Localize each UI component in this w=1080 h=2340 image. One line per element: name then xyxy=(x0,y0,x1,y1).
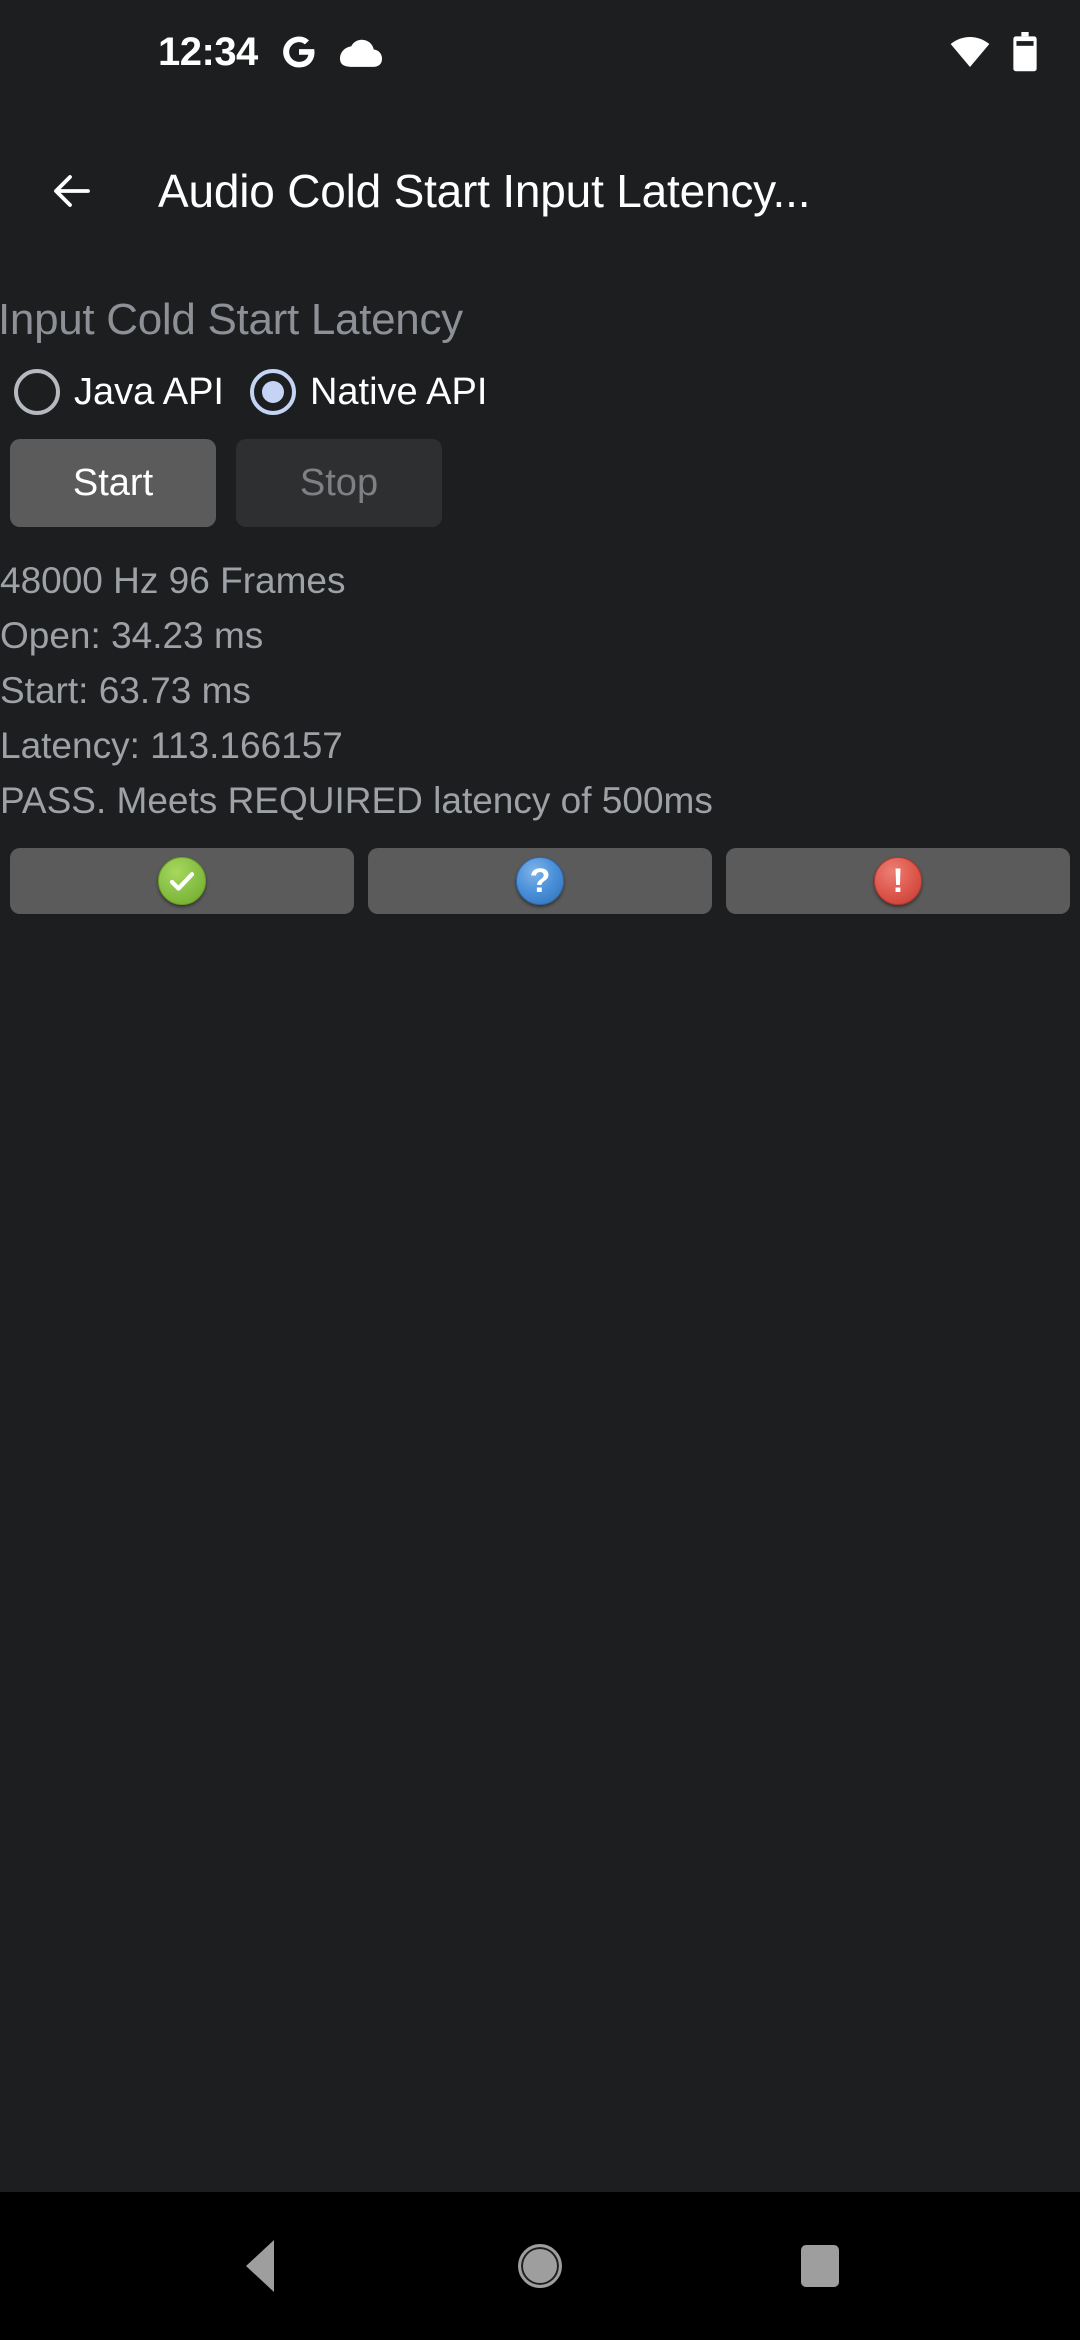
radio-option-native-api[interactable]: Native API xyxy=(249,369,488,415)
status-bar-left: 12:34 xyxy=(158,32,382,72)
cloud-icon xyxy=(339,37,382,67)
radio-label-java-api: Java API xyxy=(74,370,224,413)
result-line-config: 48000 Hz 96 Frames xyxy=(0,560,346,601)
transport-controls: Start Stop xyxy=(0,439,1080,527)
page-title: Audio Cold Start Input Latency... xyxy=(158,165,811,217)
verdict-button-row: ? ! xyxy=(0,848,1080,914)
result-line-start: Start: 63.73 ms xyxy=(0,670,251,711)
radio-circle-selected-icon xyxy=(249,369,296,415)
back-triangle-icon xyxy=(246,2240,274,2292)
app-toolbar: Audio Cold Start Input Latency... xyxy=(0,104,1080,278)
pass-button[interactable] xyxy=(10,848,354,914)
status-clock: 12:34 xyxy=(158,30,258,74)
nav-recents-button[interactable] xyxy=(772,2218,868,2314)
radio-option-java-api[interactable]: Java API xyxy=(14,369,224,415)
question-circle-icon: ? xyxy=(516,857,564,905)
check-circle-icon xyxy=(158,857,206,905)
wifi-icon xyxy=(950,36,990,68)
question-mark-glyph: ? xyxy=(529,862,551,900)
status-bar-right xyxy=(950,32,1038,72)
start-button[interactable]: Start xyxy=(10,439,216,527)
phone-screen: 12:34 Audio Cold Start Input Latency... … xyxy=(0,0,1080,2340)
radio-label-native-api: Native API xyxy=(309,370,488,413)
nav-back-button[interactable] xyxy=(212,2218,308,2314)
stop-button: Stop xyxy=(236,439,442,527)
system-navigation-bar xyxy=(0,2192,1080,2340)
exclamation-circle-icon: ! xyxy=(874,857,922,905)
result-line-open: Open: 34.23 ms xyxy=(0,615,264,656)
result-line-verdict: PASS. Meets REQUIRED latency of 500ms xyxy=(0,780,713,821)
back-arrow-icon[interactable] xyxy=(44,163,100,219)
main-content: Input Cold Start Latency Java API Native… xyxy=(0,278,1080,2192)
home-circle-icon xyxy=(518,2244,562,2288)
exclamation-glyph: ! xyxy=(892,862,904,900)
info-button[interactable]: ? xyxy=(368,848,712,914)
status-bar: 12:34 xyxy=(0,0,1080,104)
radio-circle-unselected-icon xyxy=(14,369,60,415)
results-text-block: 48000 Hz 96 Frames Open: 34.23 ms Start:… xyxy=(0,553,1080,828)
google-g-icon xyxy=(280,33,318,71)
fail-button[interactable]: ! xyxy=(726,848,1070,914)
api-radio-group: Java API Native API xyxy=(0,369,1080,415)
battery-icon xyxy=(1012,32,1038,72)
radio-dot xyxy=(261,381,284,403)
result-line-latency: Latency: 113.166157 xyxy=(0,725,343,766)
section-heading: Input Cold Start Latency xyxy=(0,295,463,344)
recents-square-icon xyxy=(801,2245,839,2287)
nav-home-button[interactable] xyxy=(492,2218,588,2314)
